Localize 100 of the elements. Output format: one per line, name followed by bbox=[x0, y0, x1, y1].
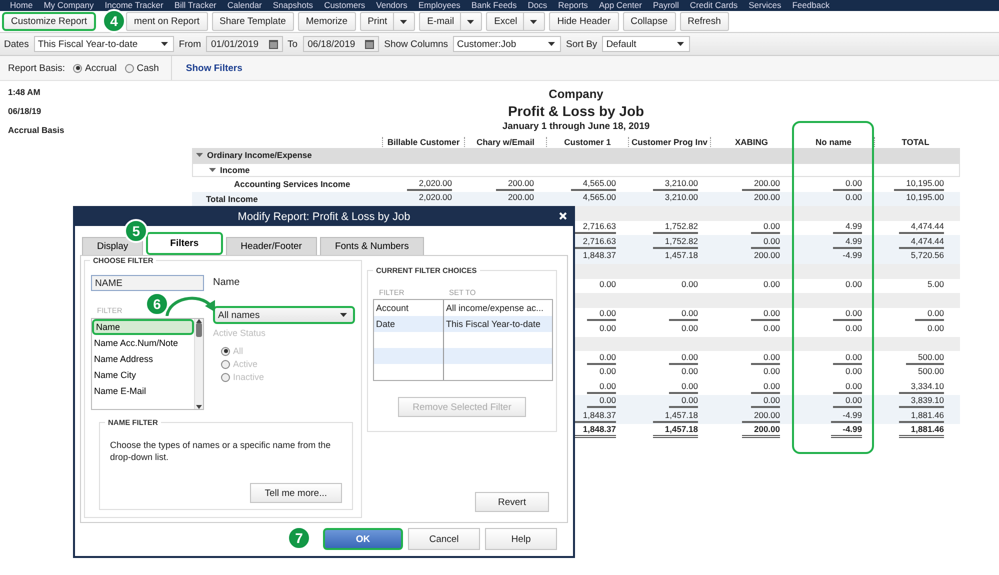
amount-cell-text: 0.00 bbox=[844, 322, 862, 335]
column-header[interactable]: Billable Customer bbox=[382, 136, 464, 146]
amount-cell: 0.00 bbox=[833, 352, 862, 365]
row-label: Accounting Services Income bbox=[234, 179, 350, 190]
amount-cell: 1,457.18 bbox=[652, 424, 698, 438]
column-header[interactable]: Customer Prog Inv bbox=[628, 136, 710, 146]
show-filters-link[interactable]: Show Filters bbox=[186, 62, 242, 74]
amount-cell-text: 0.00 bbox=[680, 279, 698, 292]
table-cell: Date bbox=[374, 316, 444, 332]
row-label: Income bbox=[220, 164, 250, 175]
close-icon[interactable] bbox=[559, 212, 567, 220]
menu-item[interactable]: Customers bbox=[324, 0, 366, 11]
menu-item[interactable]: Employees bbox=[418, 0, 460, 11]
toolbar-button[interactable]: Refresh bbox=[680, 12, 729, 31]
toolbar-button[interactable]: Print bbox=[360, 12, 416, 31]
filter-list-item[interactable]: Name bbox=[92, 319, 194, 335]
show-columns-label: Show Columns bbox=[384, 38, 448, 50]
amount-cell-text: 0.00 bbox=[680, 322, 698, 335]
table-cell-text: This Fiscal Year-to-date bbox=[445, 318, 542, 331]
tell-me-more-button[interactable]: Tell me more... bbox=[250, 483, 342, 503]
dropdown-caret-icon bbox=[548, 42, 556, 46]
toolbar-button[interactable]: Excel bbox=[486, 12, 546, 31]
amount-cell: -4.99 bbox=[830, 410, 862, 423]
menu-item[interactable]: Bank Feeds bbox=[471, 0, 517, 11]
amount-cell: 0.00 bbox=[915, 308, 944, 322]
menu-item[interactable]: Income Tracker bbox=[104, 0, 164, 11]
revert-button[interactable]: Revert bbox=[475, 492, 549, 512]
to-date-field[interactable]: 06/18/2019 bbox=[302, 36, 380, 52]
amount-cell: 0.00 bbox=[751, 308, 780, 322]
amount-cell: 200.00 bbox=[742, 424, 780, 438]
menu-item[interactable]: Payroll bbox=[652, 0, 679, 11]
amount-cell: 200.00 bbox=[742, 410, 780, 423]
dialog-tab[interactable]: Display bbox=[82, 237, 144, 255]
toolbar-button[interactable]: Share Template bbox=[212, 12, 294, 31]
calendar-icon[interactable] bbox=[365, 40, 374, 48]
report-info-text: Accrual Basis bbox=[8, 125, 66, 135]
dialog-button[interactable]: Help bbox=[485, 528, 557, 550]
amount-cell: 0.00 bbox=[669, 352, 698, 365]
toolbar-button[interactable]: Memorize bbox=[298, 12, 356, 31]
column-header[interactable]: Customer 1 bbox=[546, 136, 628, 146]
dropdown-caret-icon bbox=[340, 313, 347, 317]
column-header[interactable]: No name bbox=[792, 136, 874, 146]
amount-cell-text: 0.00 bbox=[680, 366, 698, 378]
amount-cell-text: 1,457.18 bbox=[664, 250, 698, 262]
scrollbar-thumb[interactable] bbox=[196, 323, 202, 337]
dialog-button[interactable]: OK bbox=[323, 528, 403, 550]
dates-dropdown[interactable]: This Fiscal Year-to-date bbox=[34, 36, 174, 52]
names-dropdown[interactable]: All names bbox=[213, 306, 355, 324]
menu-item[interactable]: Reports bbox=[558, 0, 588, 11]
amount-cell-text: 3,210.00 bbox=[664, 192, 698, 204]
dialog-tab[interactable]: Fonts & Numbers bbox=[320, 237, 424, 255]
amount-cell-text: 200.00 bbox=[753, 192, 780, 204]
dialog-title: Modify Report: Profit & Loss by Job bbox=[238, 211, 410, 223]
toolbar-button[interactable]: Hide Header bbox=[549, 12, 619, 31]
amount-cell-text: 0.00 bbox=[762, 322, 780, 335]
basis-radio[interactable]: Accrual bbox=[73, 62, 117, 74]
menu-item[interactable]: Bill Tracker bbox=[174, 0, 216, 11]
calendar-icon[interactable] bbox=[268, 40, 278, 48]
from-date-field[interactable]: 01/01/2019 bbox=[206, 36, 283, 52]
menu-item[interactable]: Services bbox=[748, 0, 782, 11]
toolbar-button[interactable]: Customize Report bbox=[2, 12, 96, 31]
amount-cell-text: 0.00 bbox=[844, 279, 862, 292]
column-header[interactable]: XABING bbox=[710, 136, 792, 146]
sort-by-dropdown[interactable]: Default bbox=[602, 36, 690, 52]
to-label: To bbox=[288, 38, 298, 50]
menu-item[interactable]: Vendors bbox=[376, 0, 408, 11]
amount-cell-text: 2,020.00 bbox=[418, 192, 452, 204]
column-header[interactable]: Chary w/Email bbox=[464, 136, 546, 146]
toolbar-button[interactable]: E-mail bbox=[419, 12, 482, 31]
dialog-tab[interactable]: Header/Footer bbox=[226, 237, 317, 255]
menu-item[interactable]: Snapshots bbox=[272, 0, 314, 11]
menu-item[interactable]: App Center bbox=[598, 0, 642, 11]
toolbar-button[interactable]: ment on Report bbox=[126, 12, 208, 31]
basis-radio[interactable]: Cash bbox=[124, 62, 159, 74]
menu-item[interactable]: Docs bbox=[528, 0, 548, 11]
amount-cell-text: 0.00 bbox=[762, 366, 780, 378]
dialog-tab[interactable]: Filters bbox=[146, 232, 223, 255]
menu-item[interactable]: Credit Cards bbox=[690, 0, 738, 11]
menu-item[interactable]: Calendar bbox=[227, 0, 262, 11]
amount-cell: 1,457.18 bbox=[652, 410, 698, 423]
amount-cell-text: 0.00 bbox=[598, 279, 616, 292]
report-info-text: 06/18/19 bbox=[8, 106, 42, 116]
row-label: Total Income bbox=[206, 194, 258, 204]
dialog-button[interactable]: Cancel bbox=[408, 528, 480, 550]
menu-item[interactable]: My Company bbox=[44, 0, 94, 11]
sort-by-label: Sort By bbox=[566, 38, 598, 50]
row-label: Ordinary Income/Expense bbox=[207, 150, 312, 160]
toolbar-button[interactable]: Collapse bbox=[622, 12, 676, 31]
filter-search-field[interactable]: NAME bbox=[91, 275, 204, 291]
amount-cell: 1,881.46 bbox=[898, 424, 944, 438]
collapse-triangle-icon[interactable] bbox=[209, 168, 216, 172]
scrollbar[interactable] bbox=[194, 319, 203, 409]
collapse-triangle-icon[interactable] bbox=[196, 153, 203, 158]
menu-item[interactable]: Feedback bbox=[792, 0, 830, 11]
show-columns-dropdown[interactable]: Customer:Job bbox=[453, 36, 562, 52]
amount-cell-text: 10,195.00 bbox=[905, 192, 944, 204]
amount-cell-text: 0.00 bbox=[926, 322, 944, 335]
report-info-text: 1:48 AM bbox=[8, 87, 42, 97]
column-header[interactable]: TOTAL bbox=[874, 136, 956, 146]
menu-item[interactable]: Home bbox=[10, 0, 33, 11]
